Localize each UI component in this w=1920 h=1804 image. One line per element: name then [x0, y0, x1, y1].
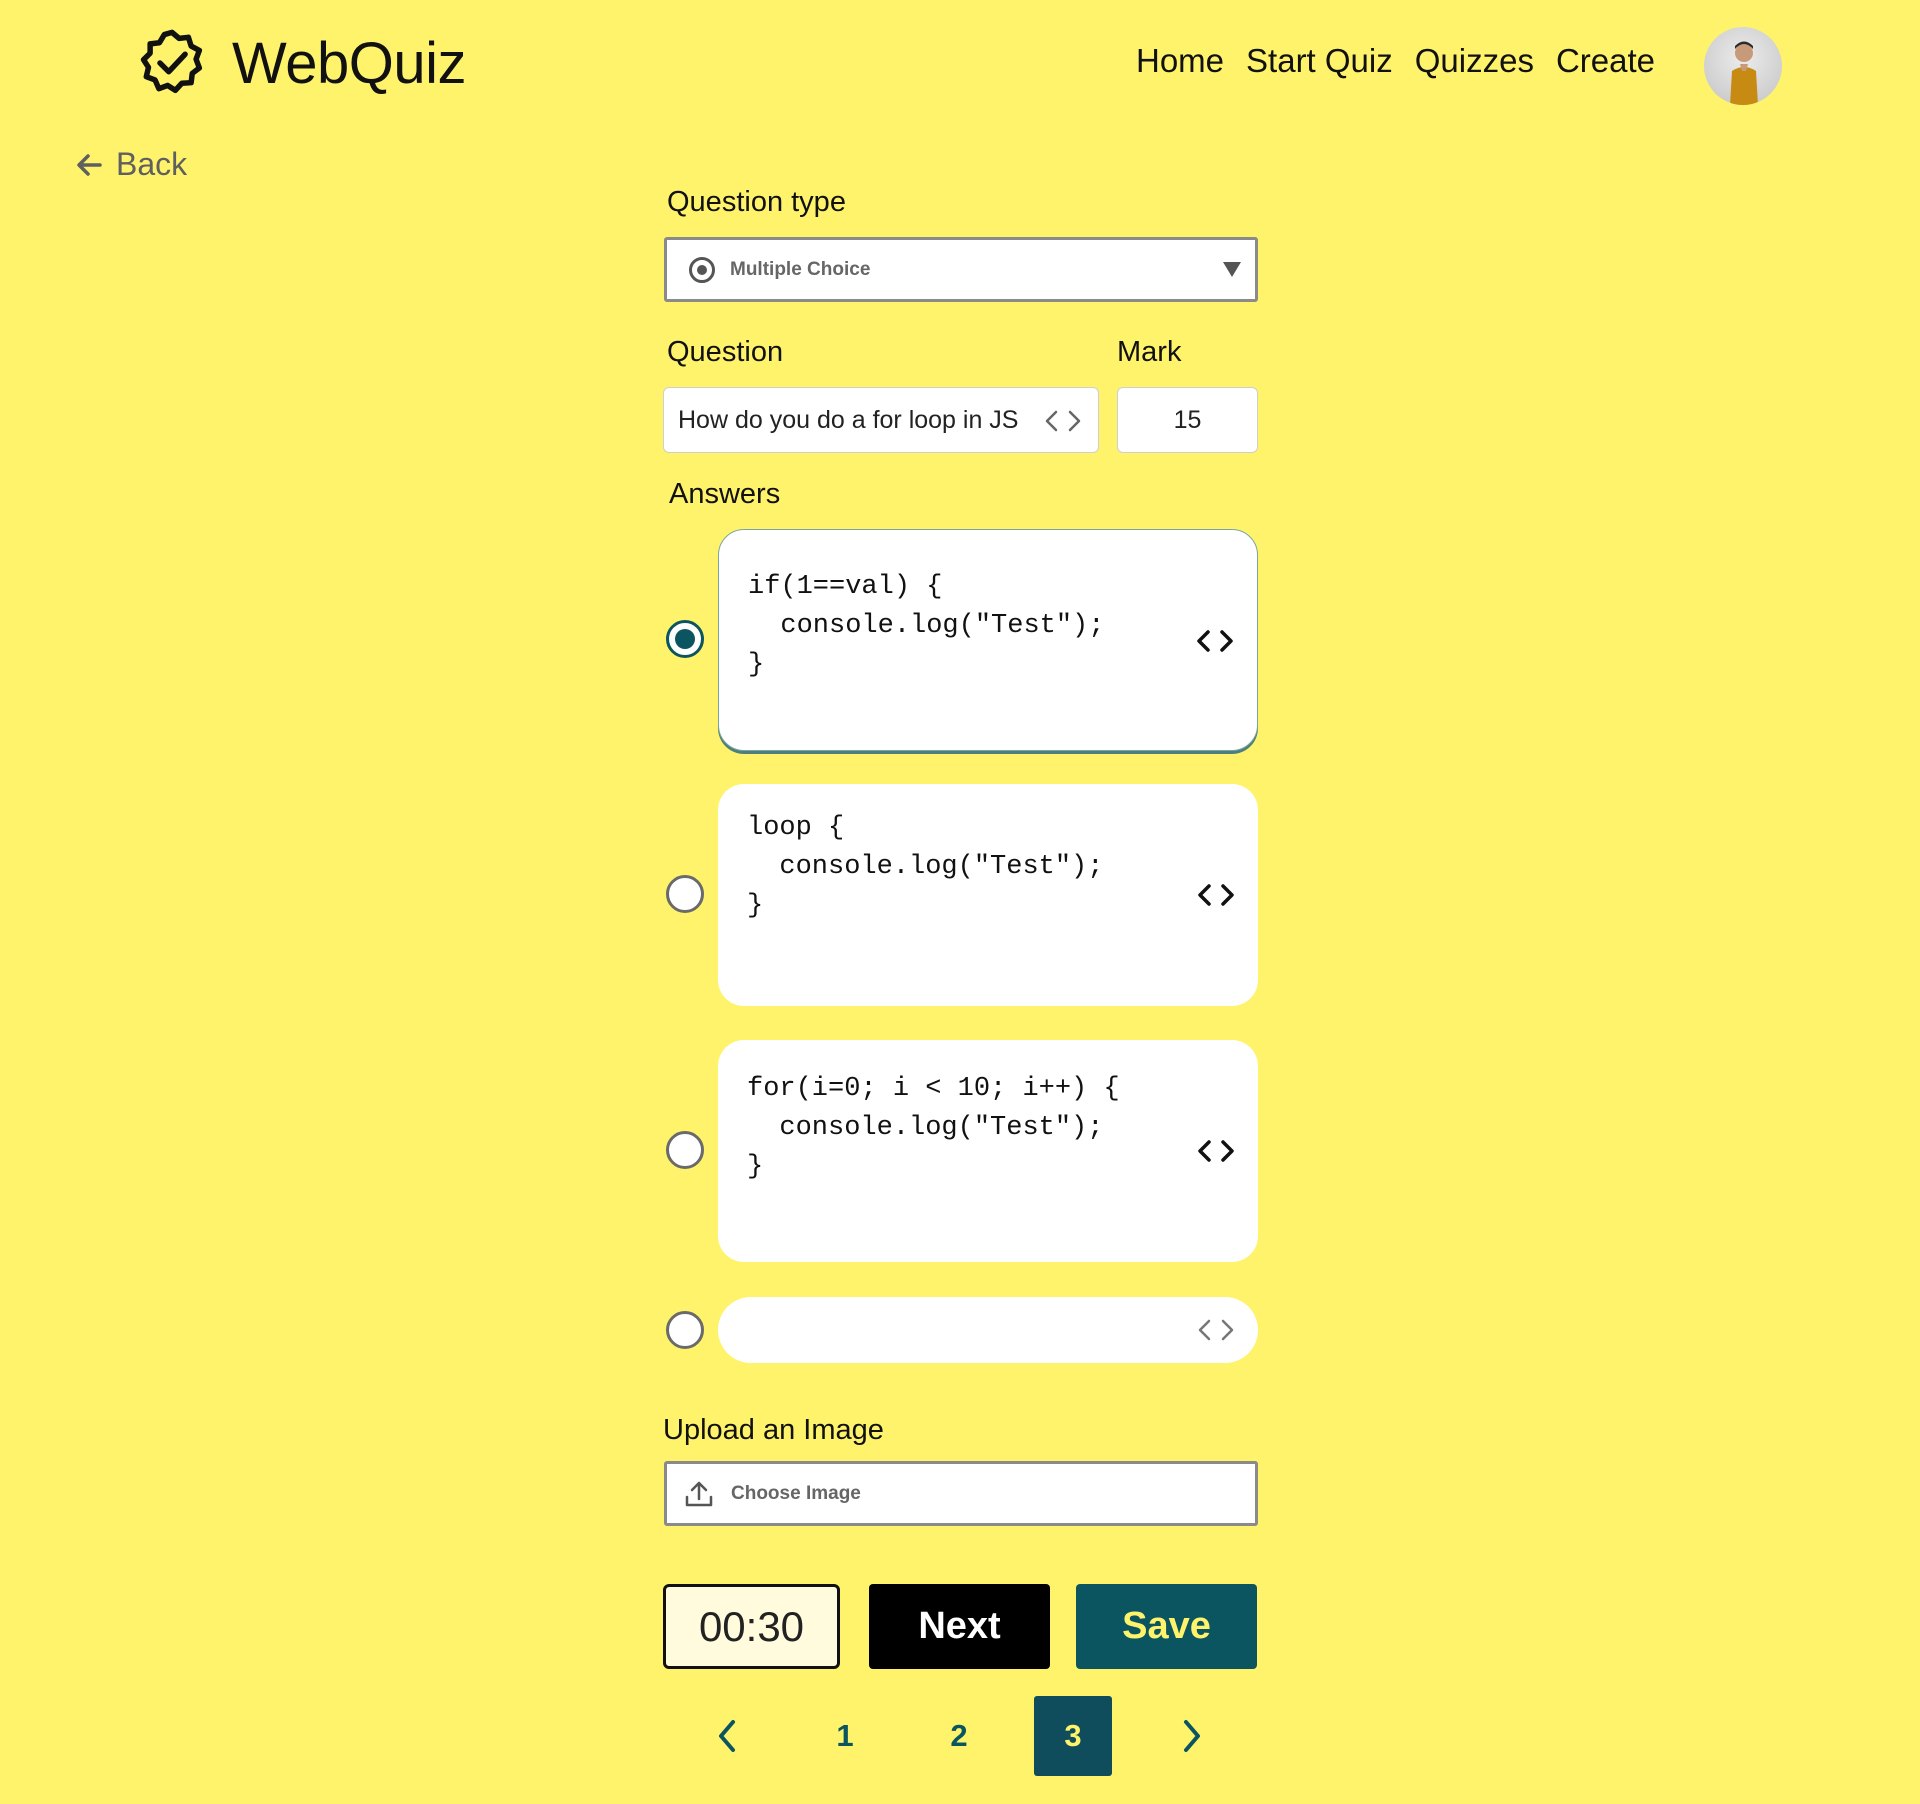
- code-toggle-icon[interactable]: [1196, 882, 1236, 908]
- upload-icon: [685, 1481, 713, 1506]
- answer-input[interactable]: for(i=0; i < 10; i++) { console.log("Tes…: [718, 1040, 1258, 1262]
- question-value: How do you do a for loop in JS: [678, 405, 1019, 434]
- arrow-left-icon: [77, 153, 102, 176]
- badge-check-icon: [140, 29, 203, 94]
- pagination: 1 2 3: [0, 1696, 1920, 1776]
- mark-input[interactable]: 15: [1117, 387, 1258, 453]
- user-photo: [1730, 41, 1758, 105]
- app-title: WebQuiz: [232, 30, 466, 96]
- chevron-left-icon: [719, 1720, 735, 1752]
- page-3[interactable]: 3: [1034, 1696, 1112, 1776]
- answer-code: for(i=0; i < 10; i++) { console.log("Tes…: [747, 1074, 1120, 1182]
- answer-radio[interactable]: [666, 875, 704, 913]
- upload-label: Upload an Image: [663, 1414, 884, 1446]
- next-button[interactable]: Next: [869, 1584, 1050, 1669]
- answer-input[interactable]: [718, 1297, 1258, 1363]
- mark-label: Mark: [1117, 336, 1182, 368]
- nav-quizzes[interactable]: Quizzes: [1415, 42, 1534, 80]
- question-label: Question: [667, 336, 784, 368]
- code-toggle-icon[interactable]: [1196, 1138, 1236, 1164]
- question-type-label: Question type: [667, 186, 846, 218]
- back-label: Back: [116, 146, 188, 182]
- code-toggle-icon[interactable]: [1195, 628, 1235, 654]
- code-toggle-icon[interactable]: [1042, 408, 1084, 434]
- chevron-right-icon: [1184, 1720, 1200, 1752]
- code-toggle-icon[interactable]: [1196, 1317, 1236, 1343]
- prev-page-button[interactable]: [689, 1696, 767, 1776]
- page-2[interactable]: 2: [920, 1696, 998, 1776]
- upload-button[interactable]: Choose Image: [664, 1461, 1258, 1526]
- answer-code: if(1==val) { console.log("Test"); }: [748, 572, 1105, 680]
- logo[interactable]: WebQuiz: [137, 28, 466, 98]
- nav-start-quiz[interactable]: Start Quiz: [1246, 42, 1393, 80]
- upload-button-label: Choose Image: [731, 1482, 861, 1504]
- nav-home[interactable]: Home: [1136, 42, 1224, 80]
- caret-down-icon: [1223, 262, 1241, 277]
- answer-radio[interactable]: [666, 1311, 704, 1349]
- page-1[interactable]: 1: [806, 1696, 884, 1776]
- question-type-select[interactable]: Multiple Choice: [664, 237, 1258, 302]
- answer-radio[interactable]: [666, 1131, 704, 1169]
- radio-button-icon: [689, 256, 715, 283]
- question-input[interactable]: How do you do a for loop in JS: [663, 387, 1099, 453]
- save-button[interactable]: Save: [1076, 1584, 1257, 1669]
- answer-input[interactable]: if(1==val) { console.log("Test"); }: [718, 529, 1258, 751]
- question-type-value: Multiple Choice: [730, 258, 871, 280]
- main-nav: Home Start Quiz Quizzes Create: [1136, 42, 1677, 80]
- next-page-button[interactable]: [1152, 1696, 1230, 1776]
- nav-create[interactable]: Create: [1556, 42, 1655, 80]
- answers-label: Answers: [669, 478, 781, 510]
- back-link[interactable]: Back: [74, 146, 187, 183]
- mark-value: 15: [1173, 405, 1202, 434]
- avatar[interactable]: [1704, 27, 1782, 105]
- answer-input[interactable]: loop { console.log("Test"); }: [718, 784, 1258, 1006]
- answer-radio[interactable]: [666, 620, 704, 658]
- answer-code: loop { console.log("Test"); }: [747, 813, 1104, 921]
- timer-input[interactable]: 00:30: [663, 1584, 840, 1669]
